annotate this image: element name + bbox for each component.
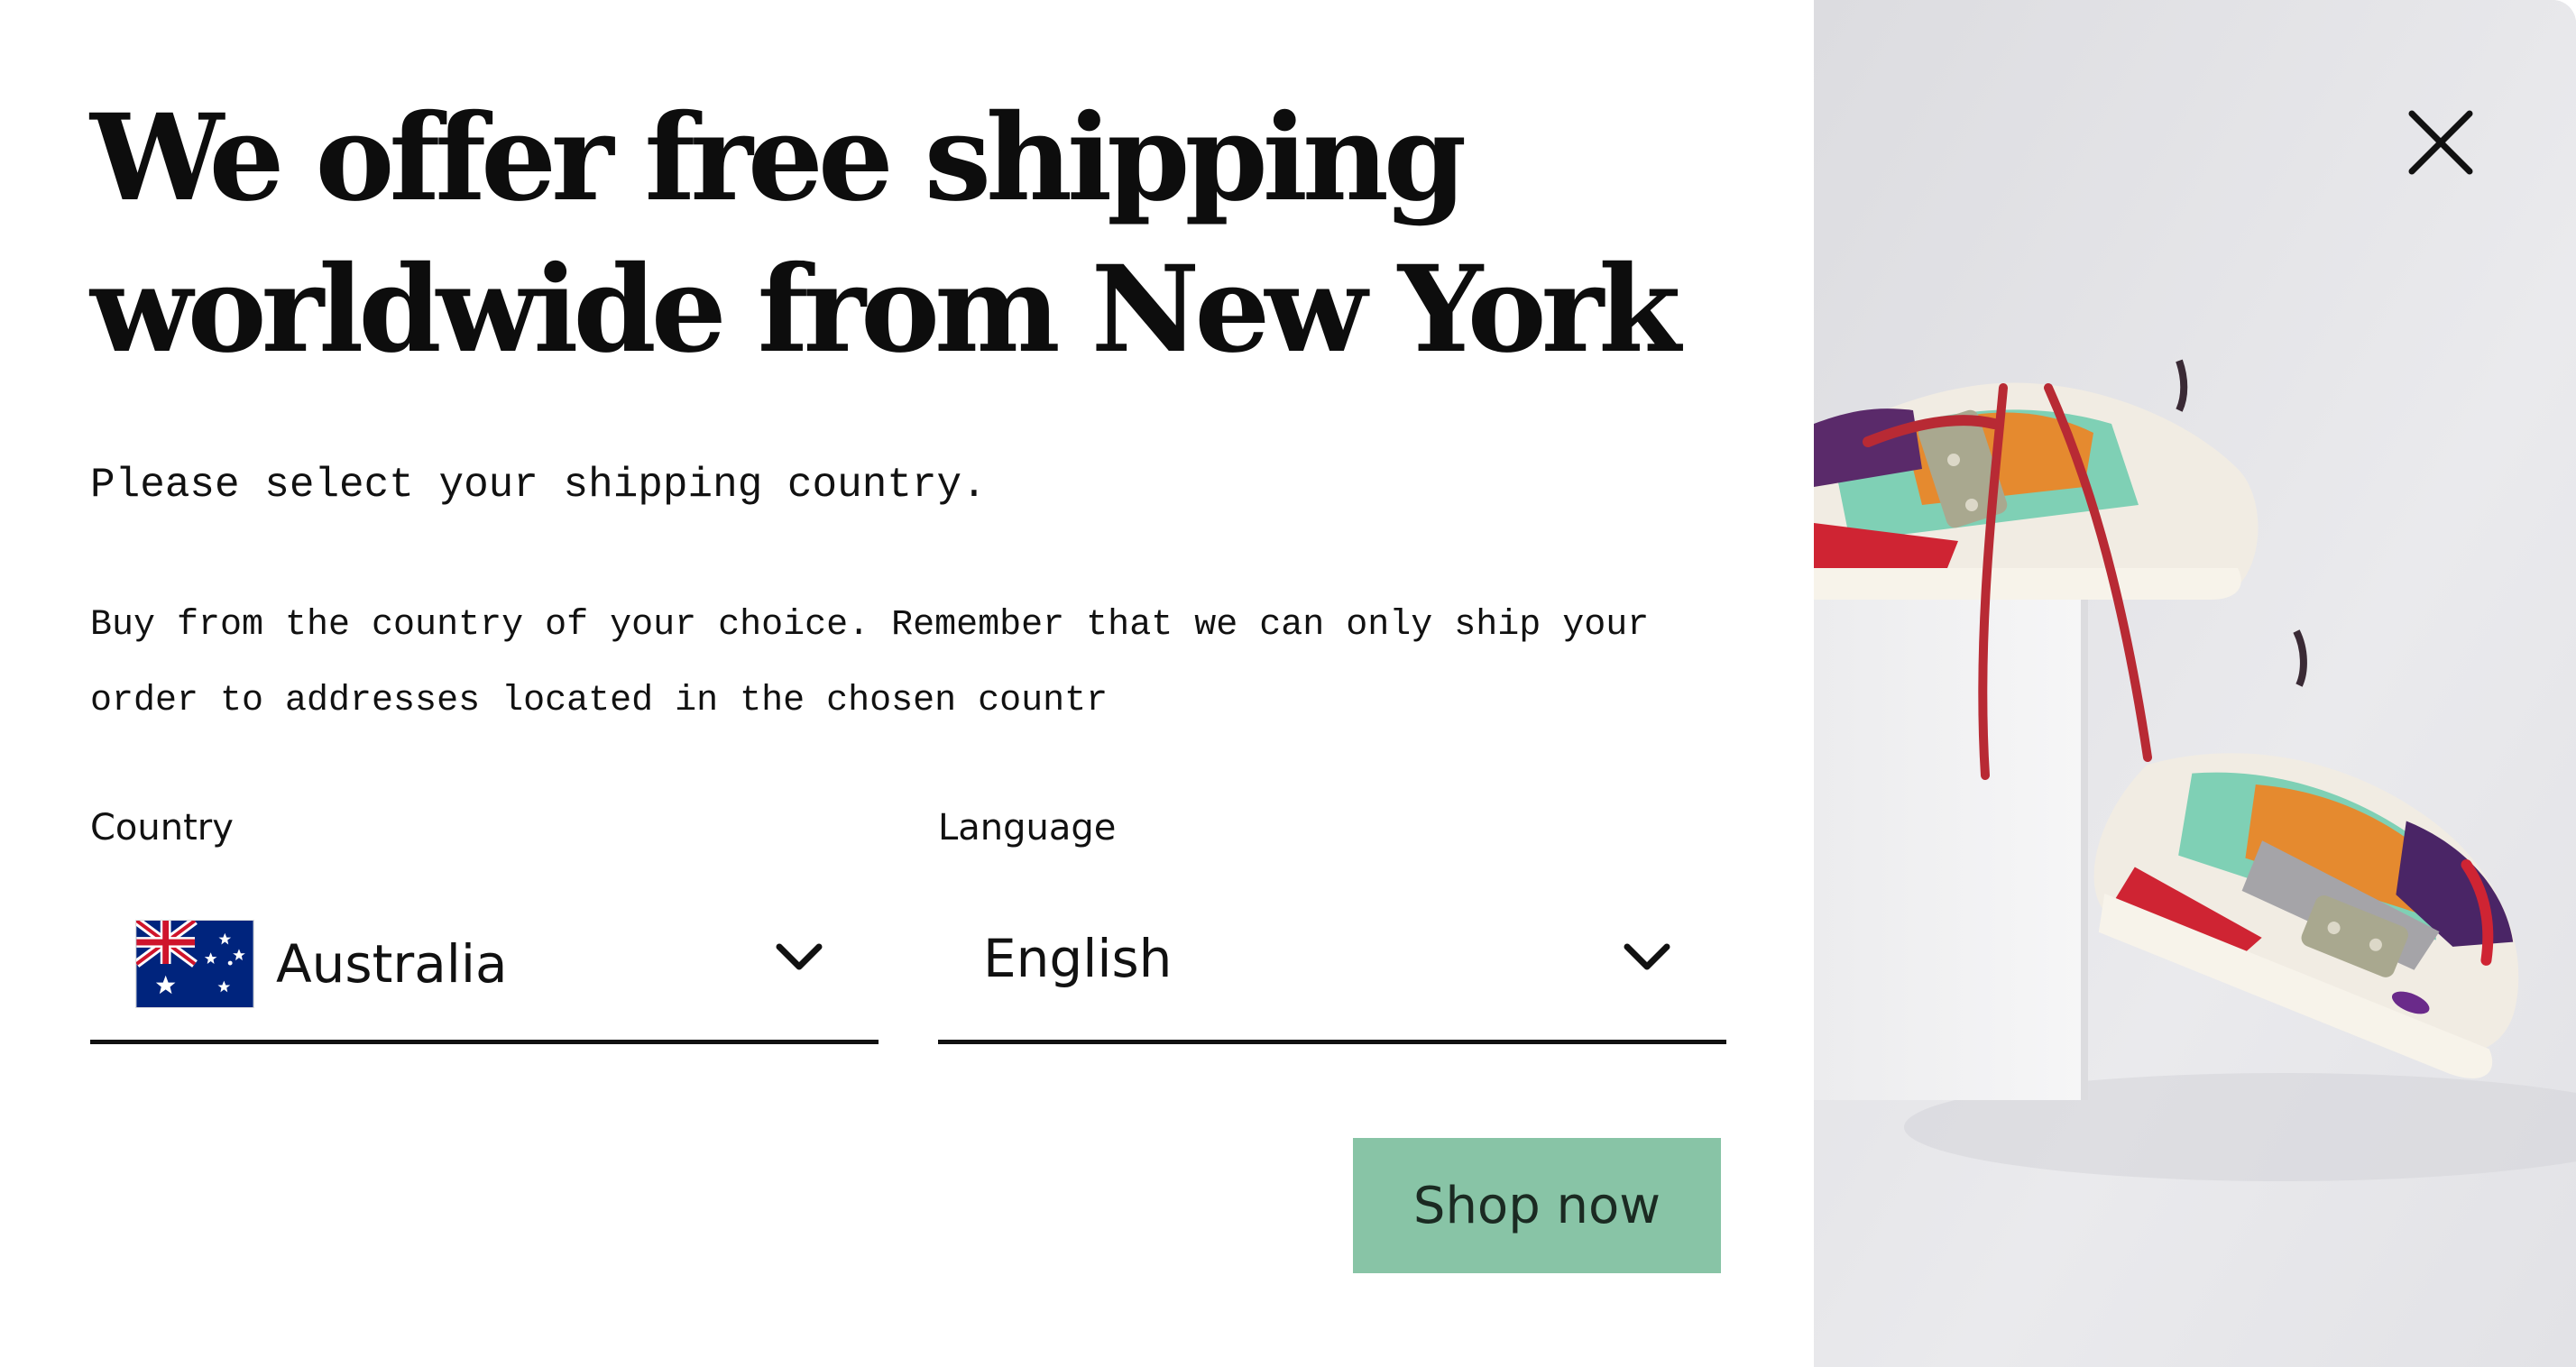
sneakers-photo: [1814, 0, 2576, 1367]
description-line-2: order to addresses located in the chosen…: [90, 681, 1109, 721]
chevron-down-icon: [1624, 943, 1670, 970]
country-label: Country: [90, 807, 234, 849]
shop-now-button[interactable]: Shop now: [1353, 1138, 1721, 1273]
close-icon: [2408, 110, 2473, 175]
language-label: Language: [938, 807, 1117, 849]
modal-content: We offer free shipping worldwide from Ne…: [0, 0, 1814, 1367]
chevron-down-icon: [776, 943, 823, 970]
description-line-1: Buy from the country of your choice. Rem…: [90, 605, 1650, 646]
close-button[interactable]: [2396, 97, 2486, 188]
australia-flag-icon: [135, 920, 254, 1008]
language-select[interactable]: English: [938, 893, 1726, 1044]
sneakers-product-image: [1814, 0, 2576, 1367]
country-select[interactable]: Australia: [90, 893, 879, 1044]
language-value: English: [983, 928, 1173, 989]
headline-line-2: worldwide from New York: [90, 240, 1681, 380]
shipping-country-modal: We offer free shipping worldwide from Ne…: [0, 0, 2576, 1367]
headline-line-1: We offer free shipping: [90, 88, 1467, 228]
modal-headline: We offer free shipping worldwide from Ne…: [90, 83, 1768, 386]
shipping-prompt: Please select your shipping country.: [90, 462, 987, 509]
country-value: Australia: [276, 933, 508, 995]
shipping-description: Buy from the country of your choice. Rem…: [90, 588, 1768, 739]
